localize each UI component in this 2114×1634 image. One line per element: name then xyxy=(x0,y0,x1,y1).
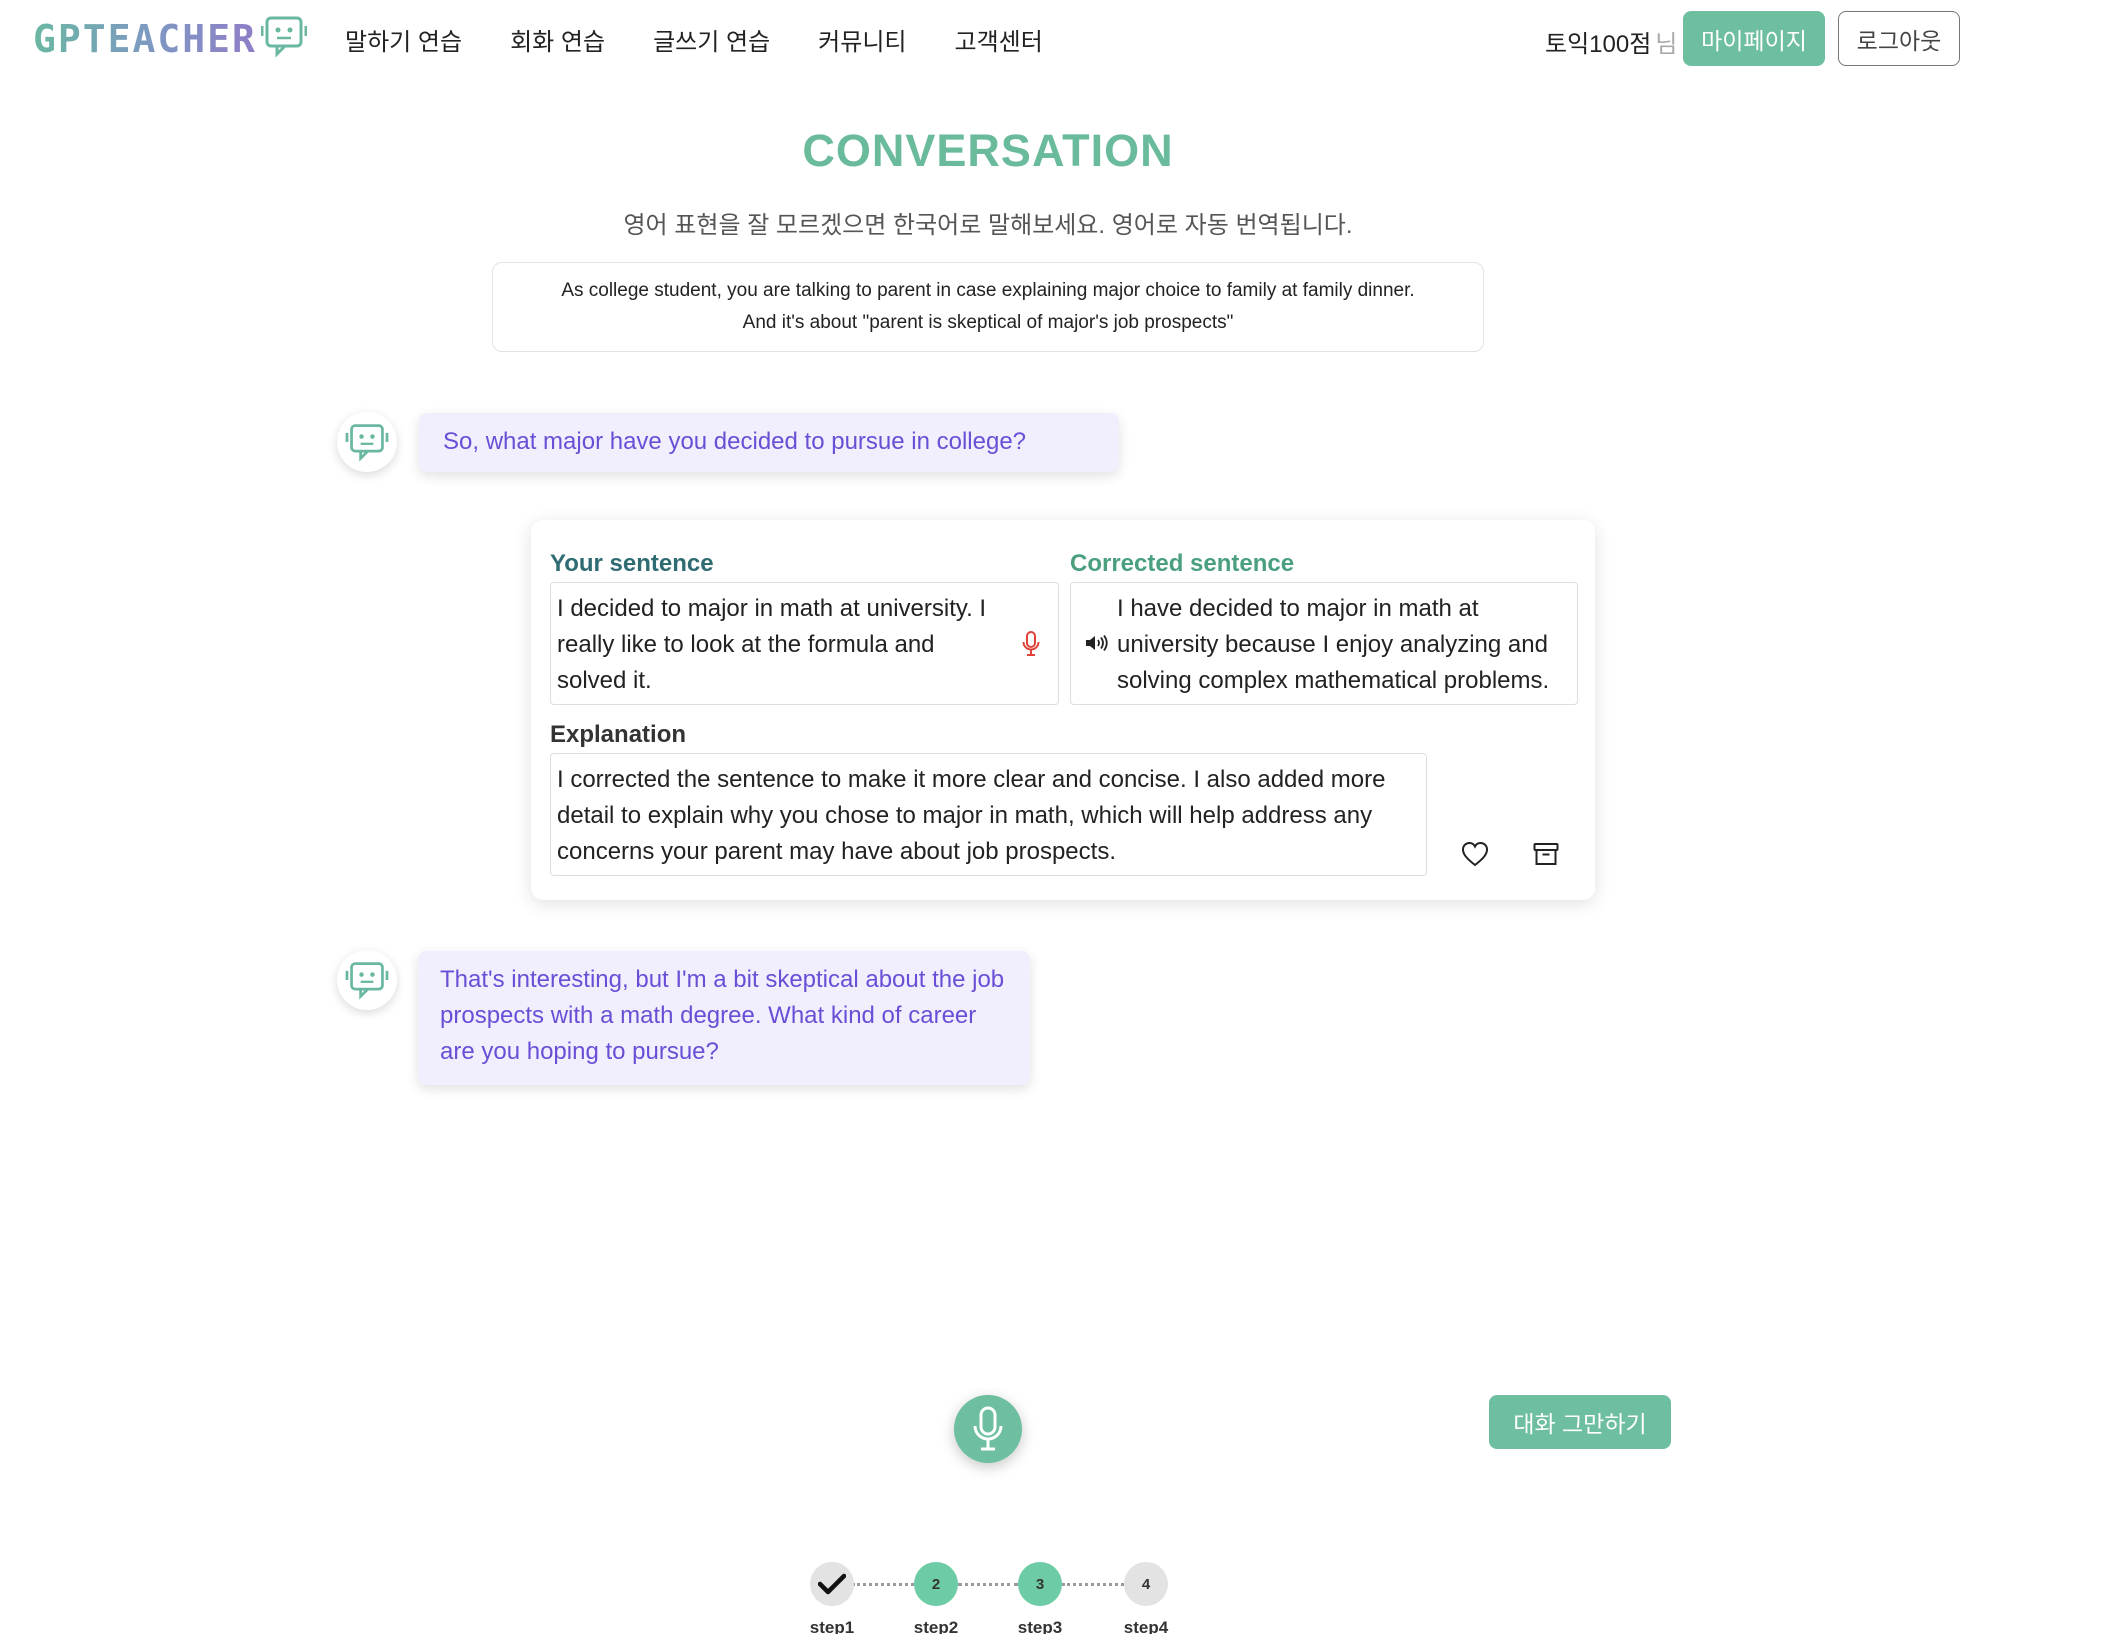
nav-item-community[interactable]: 커뮤니티 xyxy=(818,22,906,57)
bot-avatar xyxy=(337,412,397,472)
page-subtitle: 영어 표현을 잘 모르겠으면 한국어로 말해보세요. 영어로 자동 번역됩니다. xyxy=(623,212,1353,239)
bot-message-text: So, what major have you decided to pursu… xyxy=(443,428,1027,455)
step-3-circle: 3 xyxy=(1018,1562,1062,1606)
mypage-button[interactable]: 마이페이지 xyxy=(1683,11,1825,66)
scenario-line-2: And it's about "parent is skeptical of m… xyxy=(742,312,1234,333)
check-icon xyxy=(818,1573,846,1595)
step-3-label: step3 xyxy=(1017,1618,1063,1634)
robot-icon xyxy=(345,424,389,462)
microphone-icon[interactable] xyxy=(1018,629,1044,659)
step-1-circle xyxy=(810,1562,854,1606)
user-greeting: 토익100점 님 xyxy=(1545,24,1677,59)
step-4-circle: 4 xyxy=(1124,1562,1168,1606)
explanation-label: Explanation xyxy=(550,721,687,748)
step-connector xyxy=(958,1583,1018,1586)
your-sentence-box: I decided to major in math at university… xyxy=(550,582,1059,705)
corrected-sentence-text: I have decided to major in math at unive… xyxy=(1117,595,1550,694)
your-sentence-label: Your sentence xyxy=(550,550,714,577)
step-1-label: step1 xyxy=(809,1618,855,1634)
user-suffix: 님 xyxy=(1655,31,1678,58)
heart-icon[interactable] xyxy=(1459,838,1491,870)
explanation-box: I corrected the sentence to make it more… xyxy=(550,753,1427,876)
nav-item-support[interactable]: 고객센터 xyxy=(954,22,1042,57)
step-2-circle: 2 xyxy=(914,1562,958,1606)
robot-icon xyxy=(260,14,308,63)
scenario-box: As college student, you are talking to p… xyxy=(492,262,1484,352)
scenario-line-1: As college student, you are talking to p… xyxy=(561,280,1415,301)
corrected-sentence-box: I have decided to major in math at unive… xyxy=(1070,582,1578,705)
corrected-sentence-label: Corrected sentence xyxy=(1070,550,1295,577)
step-connector xyxy=(1062,1583,1124,1586)
logout-button[interactable]: 로그아웃 xyxy=(1838,11,1960,66)
your-sentence-text: I decided to major in math at university… xyxy=(557,595,987,694)
nav-item-writing[interactable]: 글쓰기 연습 xyxy=(653,22,770,57)
microphone-icon xyxy=(973,1406,1003,1451)
stop-conversation-button[interactable]: 대화 그만하기 xyxy=(1489,1395,1671,1449)
nav-item-speaking[interactable]: 말하기 연습 xyxy=(345,22,462,57)
bot-avatar xyxy=(337,950,397,1010)
nav-item-conversation[interactable]: 회화 연습 xyxy=(510,22,605,57)
robot-icon xyxy=(345,962,389,1000)
bot-message-text: That's interesting, but I'm a bit skepti… xyxy=(440,966,1005,1065)
user-name: 토익100점 xyxy=(1545,31,1652,58)
step-4-label: step4 xyxy=(1123,1618,1169,1634)
bot-message: That's interesting, but I'm a bit skepti… xyxy=(418,951,1030,1085)
main-nav: 말하기 연습 회화 연습 글쓰기 연습 커뮤니티 고객센터 xyxy=(345,22,1091,57)
logo-text: GPTEACHER xyxy=(33,16,257,61)
page-title: CONVERSATION xyxy=(802,125,1174,176)
step-2-label: step2 xyxy=(913,1618,959,1634)
logo[interactable]: GPTEACHER xyxy=(33,14,308,63)
bot-message: So, what major have you decided to pursu… xyxy=(419,413,1119,472)
record-button[interactable] xyxy=(954,1395,1022,1463)
speaker-icon[interactable] xyxy=(1085,633,1109,653)
correction-card: Your sentence Corrected sentence I decid… xyxy=(531,520,1595,900)
archive-icon[interactable] xyxy=(1530,838,1562,870)
explanation-text: I corrected the sentence to make it more… xyxy=(557,766,1386,865)
step-connector xyxy=(852,1583,914,1586)
